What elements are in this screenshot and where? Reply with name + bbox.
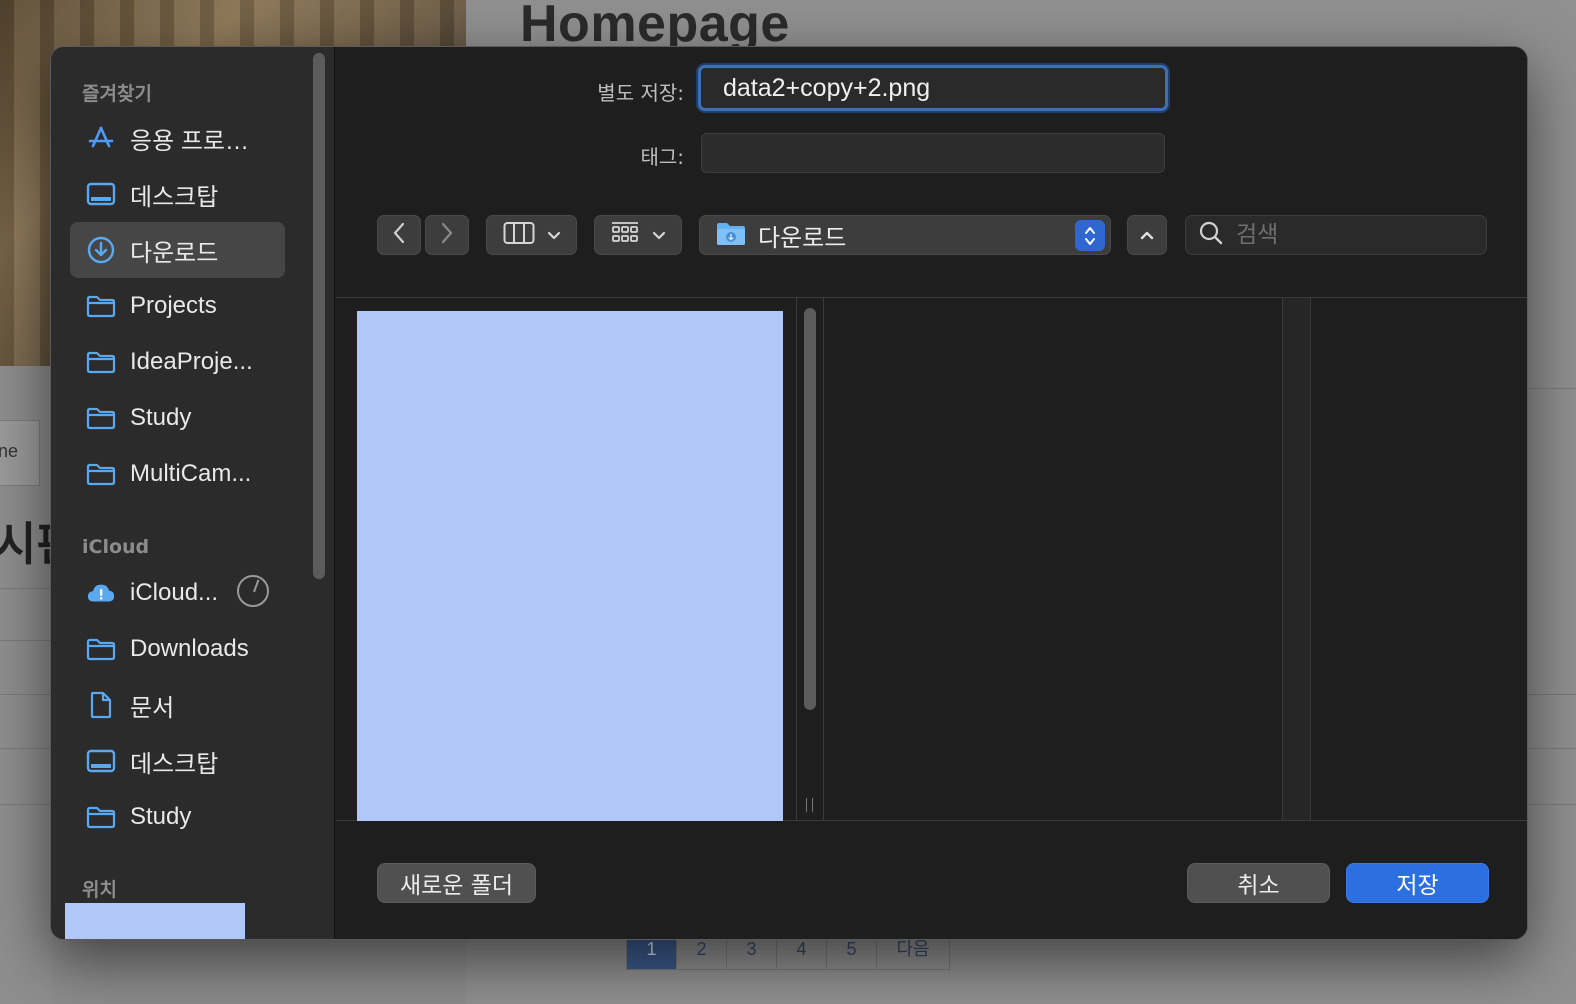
main-pane: 별도 저장: data2+copy+2.png 태그: 다운로드 검색 새로운 … — [336, 47, 1527, 939]
sidebar: 즐겨찾기 응용 프로… 데스크탑 다운로드 Projects IdeaProje… — [51, 47, 335, 939]
save-as-label: 별도 저장: — [597, 81, 684, 105]
file-browser — [336, 297, 1527, 821]
sidebar-item-desktop[interactable]: 데스크탑 — [70, 166, 285, 222]
search-icon — [1198, 220, 1224, 250]
file-preview — [357, 311, 783, 821]
forward-button[interactable] — [425, 215, 469, 255]
sidebar-item-label: 문서 — [130, 694, 175, 722]
document-icon — [86, 690, 116, 720]
sidebar-item-label: 데스크탑 — [130, 183, 219, 211]
chevron-down-icon — [547, 226, 561, 245]
location-popup-label: 다운로드 — [758, 223, 847, 252]
columns-view-icon — [503, 221, 535, 249]
column-divider — [796, 298, 797, 820]
sidebar-item-projects[interactable]: Projects — [70, 278, 285, 334]
icloud-section-title: iCloud — [82, 536, 150, 558]
save-dialog: 즐겨찾기 응용 프로… 데스크탑 다운로드 Projects IdeaProje… — [50, 46, 1528, 940]
tags-label: 태그: — [640, 145, 684, 169]
sidebar-scrollbar[interactable] — [313, 53, 325, 579]
background-divider — [0, 694, 52, 695]
folder-icon — [86, 634, 116, 664]
search-input[interactable] — [1236, 222, 1476, 248]
view-mode-button[interactable] — [486, 215, 577, 255]
background-divider — [1528, 694, 1576, 695]
sidebar-item-multicampus[interactable]: MultiCam... — [70, 446, 285, 502]
sidebar-item-ideaprojects[interactable]: IdeaProje... — [70, 334, 285, 390]
chevron-down-icon — [652, 226, 666, 245]
desktop-icon — [86, 179, 116, 209]
popup-stepper-icon — [1075, 220, 1105, 251]
sidebar-item-study[interactable]: Study — [70, 390, 285, 446]
sidebar-item-label: Downloads — [130, 635, 249, 662]
sidebar-item-icloud-downloads[interactable]: Downloads — [70, 621, 285, 677]
background-divider — [0, 804, 52, 805]
folder-icon — [86, 291, 116, 321]
favorites-section-title: 즐겨찾기 — [82, 83, 152, 105]
column-resize-handle[interactable] — [806, 798, 813, 812]
background-divider — [1528, 388, 1576, 389]
background-divider — [1528, 804, 1576, 805]
desktop-icon — [86, 746, 116, 776]
background-left-heading: 시판 — [0, 517, 52, 571]
chevron-right-icon — [440, 222, 454, 248]
group-button[interactable] — [594, 215, 682, 255]
sidebar-item-documents[interactable]: 문서 — [70, 677, 285, 733]
sidebar-item-label: Projects — [130, 292, 217, 319]
sidebar-item-icloud-study[interactable]: Study — [70, 789, 285, 845]
background-divider — [0, 588, 52, 589]
background-divider — [0, 640, 52, 641]
chevron-up-icon — [1139, 226, 1155, 245]
sidebar-item-icloud-desktop[interactable]: 데스크탑 — [70, 733, 285, 789]
back-button[interactable] — [377, 215, 421, 255]
background-divider — [0, 748, 52, 749]
downloads-folder-icon — [716, 220, 746, 250]
column-divider — [823, 298, 824, 820]
chevron-left-icon — [392, 222, 406, 248]
sidebar-item-label: MultiCam... — [130, 460, 252, 487]
sidebar-item-applications[interactable]: 응용 프로… — [70, 110, 285, 166]
tags-input[interactable] — [701, 133, 1165, 173]
sidebar-item-downloads[interactable]: 다운로드 — [70, 222, 285, 278]
sidebar-item-label: 데스크탑 — [130, 750, 219, 778]
group-grid-icon — [610, 221, 640, 249]
locations-section-title: 위치 — [82, 879, 117, 901]
column-gutter — [1282, 298, 1311, 820]
cancel-button[interactable]: 취소 — [1187, 863, 1330, 903]
sidebar-item-label: iCloud... — [130, 579, 219, 606]
location-item-redacted[interactable] — [65, 903, 245, 939]
folder-icon — [86, 347, 116, 377]
new-folder-button[interactable]: 새로운 폴더 — [377, 863, 536, 903]
folder-icon — [86, 802, 116, 832]
filename-input[interactable]: data2+copy+2.png — [698, 65, 1168, 111]
save-button[interactable]: 저장 — [1346, 863, 1489, 903]
sidebar-item-label: Study — [130, 404, 192, 431]
collapse-button[interactable] — [1127, 215, 1167, 255]
sidebar-item-label: Study — [130, 803, 192, 830]
applications-icon — [86, 123, 116, 153]
search-field[interactable] — [1185, 215, 1487, 255]
column-scrollbar[interactable] — [804, 308, 816, 710]
icloud-warning-icon — [86, 578, 116, 608]
sidebar-item-label: IdeaProje... — [130, 348, 253, 375]
background-divider — [1528, 748, 1576, 749]
sidebar-item-label: 다운로드 — [130, 239, 219, 267]
background-left-tab: ne — [0, 420, 40, 486]
folder-icon — [86, 459, 116, 489]
icloud-sync-progress-icon — [237, 575, 269, 607]
location-popup[interactable]: 다운로드 — [699, 215, 1111, 255]
downloads-icon — [86, 235, 116, 265]
sidebar-item-label: 응용 프로… — [130, 127, 249, 155]
folder-icon — [86, 403, 116, 433]
